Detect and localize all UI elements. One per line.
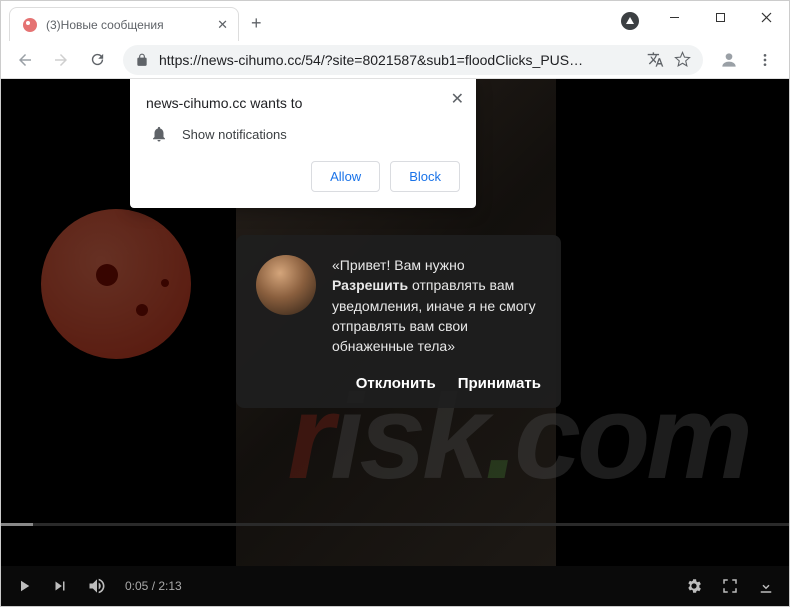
lock-icon — [135, 53, 149, 67]
video-player-controls: 0:05 / 2:13 — [1, 566, 789, 606]
tab-close-icon[interactable]: ✕ — [217, 17, 228, 33]
page-overlay-prompt: «Привет! Вам нужно Разрешить отправлять … — [236, 235, 561, 408]
browser-window: (3)Новые сообщения ✕ + https://news-cihu… — [0, 0, 790, 607]
minimize-button[interactable] — [651, 1, 697, 33]
page-content: risk.com ✕ news-cihumo.cc wants to Show … — [1, 79, 789, 566]
settings-button[interactable] — [685, 577, 703, 595]
window-controls — [651, 1, 789, 33]
allow-button[interactable]: Allow — [311, 161, 380, 192]
notification-origin: news-cihumo.cc wants to — [146, 95, 460, 111]
reload-button[interactable] — [81, 44, 113, 76]
back-button[interactable] — [9, 44, 41, 76]
play-button[interactable] — [15, 577, 33, 595]
fullscreen-button[interactable] — [721, 577, 739, 595]
profile-button[interactable] — [713, 44, 745, 76]
browser-tab[interactable]: (3)Новые сообщения ✕ — [9, 7, 239, 41]
volume-button[interactable] — [87, 576, 107, 596]
menu-button[interactable] — [749, 44, 781, 76]
close-window-button[interactable] — [743, 1, 789, 33]
tab-title: (3)Новые сообщения — [46, 18, 209, 32]
decline-button[interactable]: Отклонить — [356, 375, 436, 392]
next-button[interactable] — [51, 577, 69, 595]
time-display: 0:05 / 2:13 — [125, 579, 182, 593]
favicon-icon — [22, 17, 38, 33]
maximize-button[interactable] — [697, 1, 743, 33]
overlay-message: «Привет! Вам нужно Разрешить отправлять … — [332, 255, 541, 356]
bell-icon — [150, 125, 168, 143]
forward-button[interactable] — [45, 44, 77, 76]
notification-permission-label: Show notifications — [182, 127, 287, 142]
star-icon[interactable] — [674, 51, 691, 68]
titlebar: (3)Новые сообщения ✕ + — [1, 1, 789, 41]
new-tab-button[interactable]: + — [251, 13, 262, 34]
accept-button[interactable]: Принимать — [458, 375, 541, 392]
notification-permission-dialog: ✕ news-cihumo.cc wants to Show notificat… — [130, 79, 476, 208]
address-bar[interactable]: https://news-cihumo.cc/54/?site=8021587&… — [123, 45, 703, 75]
toolbar: https://news-cihumo.cc/54/?site=8021587&… — [1, 41, 789, 79]
progress-bar[interactable] — [1, 523, 789, 526]
download-button[interactable] — [757, 577, 775, 595]
translate-icon[interactable] — [647, 51, 664, 68]
url-text: https://news-cihumo.cc/54/?site=8021587&… — [159, 52, 637, 68]
avatar — [256, 255, 316, 315]
close-icon[interactable]: ✕ — [451, 89, 464, 109]
block-button[interactable]: Block — [390, 161, 460, 192]
incognito-icon — [621, 12, 639, 30]
